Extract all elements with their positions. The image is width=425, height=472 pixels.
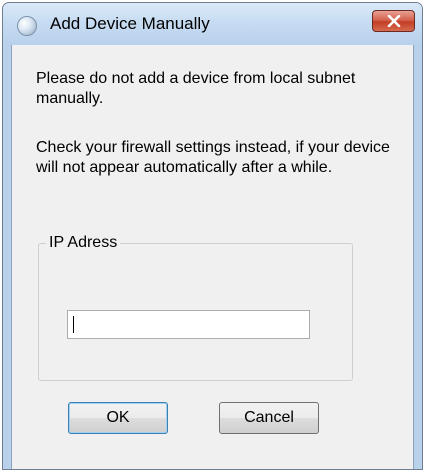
firewall-hint-text: Check your firewall settings instead, if…: [36, 139, 390, 176]
ip-address-input[interactable]: [67, 310, 310, 339]
cancel-button[interactable]: Cancel: [219, 402, 319, 434]
ok-button[interactable]: OK: [68, 402, 168, 434]
close-icon: [387, 15, 400, 27]
ip-address-group-label: IP Adress: [46, 233, 121, 253]
title-bar[interactable]: Add Device Manually: [3, 3, 422, 45]
ip-address-group: IP Adress: [38, 233, 353, 381]
text-caret: [73, 316, 74, 333]
app-icon: [17, 16, 37, 36]
window-title: Add Device Manually: [50, 14, 210, 33]
dialog-body: Please do not add a device from local su…: [11, 45, 414, 469]
close-button[interactable]: [372, 10, 415, 32]
dialog-window: Add Device Manually Please do not add a …: [2, 2, 423, 470]
subnet-warning-text: Please do not add a device from local su…: [36, 70, 356, 107]
